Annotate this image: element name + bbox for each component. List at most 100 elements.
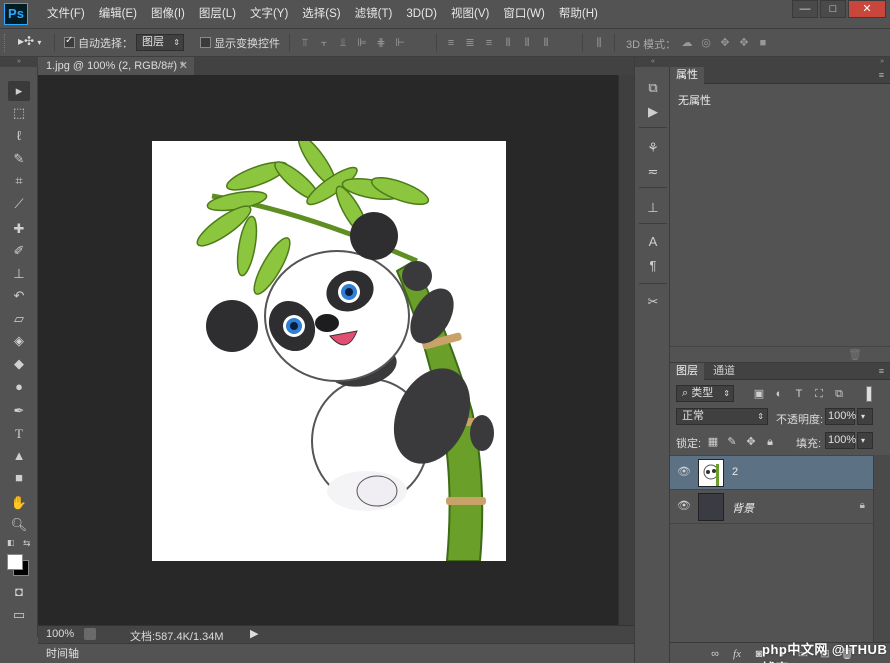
layers-scrollbar[interactable] [873,455,890,642]
3d-pan-icon[interactable]: ✥ [718,36,732,50]
align-left-icon[interactable]: ⊫ [355,36,369,50]
menu-filter[interactable]: 滤镜(T) [348,0,400,29]
menu-select[interactable]: 选择(S) [295,0,347,29]
quick-mask-icon[interactable]: ◘ [8,582,30,602]
collapse-icon[interactable]: « [635,57,671,67]
zoom-level[interactable]: 100% [46,628,74,640]
link-icon[interactable]: ∞ [708,647,722,661]
lasso-tool-icon[interactable]: ℓ [8,126,30,146]
crop-tool-icon[interactable]: ⌗ [8,171,30,191]
quick-select-tool-icon[interactable]: ✎ [8,149,30,169]
fill-dropdown[interactable]: ▾ [857,432,873,449]
menu-file[interactable]: 文件(F) [40,0,92,29]
default-colors-icon[interactable]: ◧ [7,538,15,547]
3d-slide-icon[interactable]: ✥ [737,36,751,50]
lock-pixels-icon[interactable]: ✎ [725,435,739,449]
opacity-input[interactable]: 100% [825,408,856,425]
close-icon[interactable]: ✕ [179,57,188,75]
menu-edit[interactable]: 编辑(E) [92,0,144,29]
filter-smartobject-icon[interactable]: ⧉ [832,387,846,401]
document-canvas[interactable] [152,135,506,562]
tab-channels[interactable]: 通道 [707,363,741,380]
tab-layers[interactable]: 图层 [670,363,704,380]
blend-mode-dropdown[interactable]: 正常 ⇕ [676,408,768,425]
vertical-scrollbar[interactable] [618,75,634,625]
paragraph-panel-icon[interactable]: ¶ [644,257,662,275]
distribute-hcenter-icon[interactable]: ⫴ [520,36,534,50]
close-button[interactable]: ✕ [848,0,886,18]
3d-rotate-icon[interactable]: ☁ [680,36,694,50]
eye-icon[interactable]: 👁︎ [677,500,691,512]
menu-window[interactable]: 窗口(W) [496,0,552,29]
layer-row[interactable]: 👁︎ 2 [670,456,873,490]
tool-presets-icon[interactable]: ✂ [644,293,662,311]
minimize-button[interactable]: — [792,0,818,18]
layer-name[interactable]: 背景 [732,500,754,516]
3d-scale-icon[interactable]: ■ [756,36,770,50]
clone-stamp-tool-icon[interactable]: ⊥ [8,264,30,284]
document-tab[interactable]: 1.jpg @ 100% (2, RGB/8#) * ✕ [38,57,194,75]
restore-button[interactable]: □ [820,0,846,18]
history-icon[interactable]: ⧉ [644,79,662,97]
align-top-icon[interactable]: ⫪ [298,36,312,50]
panel-menu-icon[interactable]: ≡ [879,363,884,380]
menu-help[interactable]: 帮助(H) [552,0,605,29]
marquee-tool-icon[interactable]: ⬚ [8,103,30,123]
fx-icon[interactable]: fx [730,647,744,661]
filter-adjustment-icon[interactable]: ◐ [772,387,786,401]
dodge-tool-icon[interactable]: ● [8,377,30,397]
collapse-icon[interactable]: » [670,57,890,67]
layer-name[interactable]: 2 [732,466,738,478]
timeline-label[interactable]: 时间轴 [46,648,79,660]
layer-row[interactable]: 👁︎ 背景 🔒︎ [670,490,873,524]
paint-bucket-tool-icon[interactable]: ◈ [8,331,30,351]
clone-source-icon[interactable]: ⊥ [644,199,662,217]
align-vcenter-icon[interactable]: ⫟ [317,36,331,50]
brush-tool-icon[interactable]: ✐ [8,241,30,261]
shape-tool-icon[interactable]: ■ [8,468,30,488]
tab-properties[interactable]: 属性 [670,67,704,84]
fill-input[interactable]: 100% [825,432,856,449]
auto-align-icon[interactable]: ⫼ [592,36,606,50]
3d-roll-icon[interactable]: ◎ [699,36,713,50]
panel-menu-icon[interactable]: ≡ [879,67,884,84]
opacity-dropdown[interactable]: ▾ [857,408,873,425]
swap-colors-icon[interactable]: ⇆ [23,538,31,549]
menu-view[interactable]: 视图(V) [444,0,496,29]
character-panel-icon[interactable]: A [644,233,662,251]
auto-select-target-dropdown[interactable]: 图层 ⇕ [136,34,184,51]
eyedropper-tool-icon[interactable]: ⟋ [8,194,30,214]
menu-layer[interactable]: 图层(L) [192,0,243,29]
lock-transparent-icon[interactable]: ▦ [706,435,720,449]
eye-icon[interactable]: 👁︎ [677,466,691,478]
distribute-left-icon[interactable]: ⦀ [501,36,515,50]
share-icon[interactable] [84,628,96,640]
brush-panel-icon[interactable]: ≂ [644,163,662,181]
brush-preset-icon[interactable]: ⚘ [644,139,662,157]
healing-brush-tool-icon[interactable]: ✚ [8,219,30,239]
path-select-tool-icon[interactable]: ▲ [8,446,30,466]
history-brush-tool-icon[interactable]: ↶ [8,286,30,306]
blur-tool-icon[interactable]: ◆ [8,354,30,374]
filter-shape-icon[interactable]: ⛶ [812,387,826,401]
eraser-tool-icon[interactable]: ▱ [8,309,30,329]
align-hcenter-icon[interactable]: ⋕ [374,36,388,50]
hand-tool-icon[interactable]: ✋ [8,493,30,513]
pen-tool-icon[interactable]: ✒ [8,401,30,421]
actions-play-icon[interactable]: ▶ [644,103,662,121]
distribute-vcenter-icon[interactable]: ≣ [463,36,477,50]
menu-3d[interactable]: 3D(D) [399,0,444,29]
menu-type[interactable]: 文字(Y) [243,0,295,29]
show-transform-checkbox[interactable] [200,37,211,48]
move-tool-preset[interactable]: ▸✣ ▾ [18,34,41,48]
lock-all-icon[interactable]: 🔒︎ [763,435,777,449]
foreground-color-swatch[interactable] [7,554,23,570]
distribute-bottom-icon[interactable]: ≡ [482,36,496,50]
filter-type-icon[interactable]: T [792,387,806,401]
align-bottom-icon[interactable]: ⫫ [336,36,350,50]
filter-pixel-icon[interactable]: ▣ [752,387,766,401]
align-right-icon[interactable]: ⊩ [393,36,407,50]
auto-select-checkbox[interactable] [64,35,75,48]
screen-mode-icon[interactable]: ▭ [8,605,30,625]
zoom-tool-icon[interactable]: 🔍︎ [8,515,30,535]
